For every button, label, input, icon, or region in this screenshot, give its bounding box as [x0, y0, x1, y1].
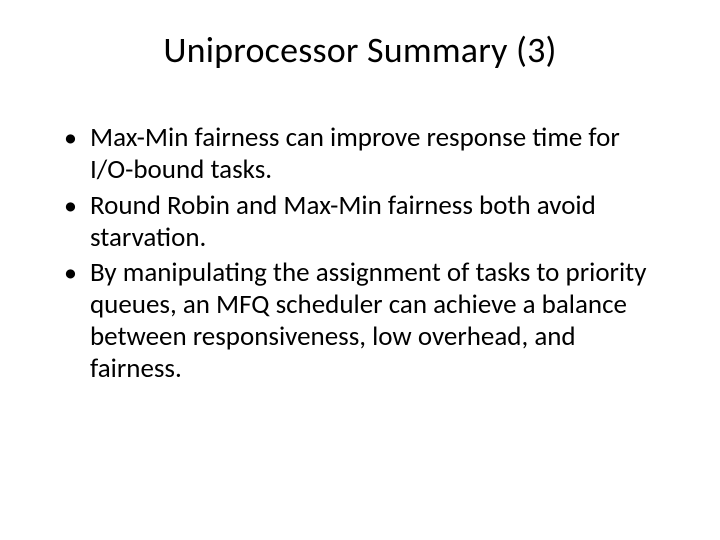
slide: Uniprocessor Summary (3) Max-Min fairnes…: [0, 0, 720, 540]
slide-body: Max-Min fairness can improve response ti…: [60, 122, 660, 385]
bullet-list: Max-Min fairness can improve response ti…: [60, 122, 660, 385]
bullet-item: By manipulating the assignment of tasks …: [60, 257, 660, 384]
bullet-item: Max-Min fairness can improve response ti…: [60, 122, 660, 186]
slide-title: Uniprocessor Summary (3): [60, 28, 660, 72]
bullet-item: Round Robin and Max-Min fairness both av…: [60, 190, 660, 254]
